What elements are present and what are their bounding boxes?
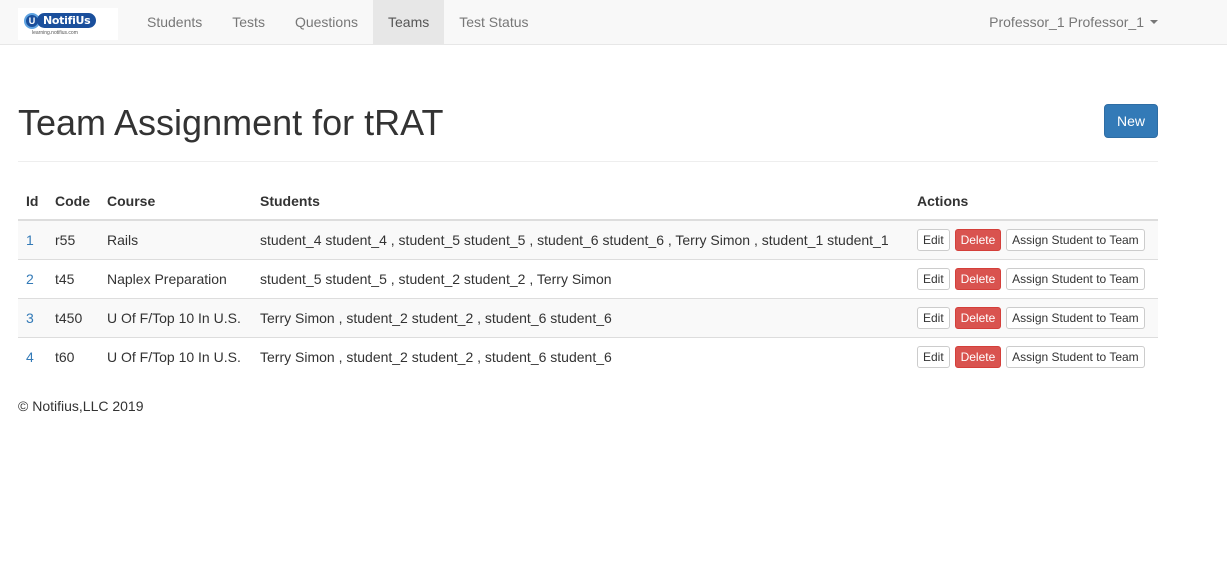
team-code: t45 [47,259,99,299]
row-actions: Edit Delete Assign Student to Team [909,219,1158,260]
logo-wordmark: NotifiUs [37,13,97,28]
row-actions: Edit Delete Assign Student to Team [909,259,1158,299]
assign-student-button[interactable]: Assign Student to Team [1006,268,1145,290]
brand-logo[interactable]: U NotifiUs learning.notifius.com [18,8,118,40]
header-code: Code [47,182,99,221]
footer-copyright: © Notifius,LLC 2019 [18,398,144,414]
edit-button[interactable]: Edit [917,346,950,369]
team-course: U Of F/Top 10 In U.S. [99,337,252,377]
nav-students[interactable]: Students [132,0,217,44]
table-header-row: Id Code Course Students Actions [18,182,1158,221]
team-course: Rails [99,219,252,260]
table-row: 4 t60 U Of F/Top 10 In U.S. Terry Simon … [18,337,1158,377]
logo-mark: U NotifiUs [24,12,97,29]
team-id-link[interactable]: 2 [26,271,34,287]
delete-button[interactable]: Delete [954,268,1002,290]
user-name: Professor_1 Professor_1 [989,14,1144,30]
delete-button[interactable]: Delete [954,229,1002,251]
team-students: student_5 student_5 , student_2 student_… [252,259,909,299]
nav-test-status[interactable]: Test Status [444,0,543,44]
page-header: Team Assignment for tRAT New [18,45,1158,162]
header-id: Id [18,182,47,221]
header-students: Students [252,182,909,221]
caret-down-icon [1150,20,1158,24]
team-course: U Of F/Top 10 In U.S. [99,298,252,338]
team-code: r55 [47,219,99,260]
header-actions: Actions [909,182,1158,221]
nav-questions[interactable]: Questions [280,0,373,44]
team-id-link[interactable]: 1 [26,232,34,248]
team-students: student_4 student_4 , student_5 student_… [252,219,909,260]
table-row: 2 t45 Naplex Preparation student_5 stude… [18,259,1158,299]
team-course: Naplex Preparation [99,259,252,299]
team-students: Terry Simon , student_2 student_2 , stud… [252,337,909,377]
new-team-button[interactable]: New [1103,104,1158,138]
teams-table: Id Code Course Students Actions 1 r55 Ra… [18,182,1158,377]
delete-button[interactable]: Delete [954,346,1002,369]
assign-student-button[interactable]: Assign Student to Team [1006,229,1145,251]
assign-student-button[interactable]: Assign Student to Team [1006,346,1145,369]
edit-button[interactable]: Edit [917,229,950,251]
header-course: Course [99,182,252,221]
delete-button[interactable]: Delete [954,307,1002,329]
team-id-link[interactable]: 4 [26,349,34,365]
nav-tests[interactable]: Tests [217,0,280,44]
team-id-link[interactable]: 3 [26,310,34,326]
row-actions: Edit Delete Assign Student to Team [909,337,1158,377]
nav-teams[interactable]: Teams [373,0,445,44]
team-code: t450 [47,298,99,338]
top-navbar: U NotifiUs learning.notifius.com Student… [0,0,1227,45]
main-nav: Students Tests Questions Teams Test Stat… [132,0,544,44]
team-students: Terry Simon , student_2 student_2 , stud… [252,298,909,338]
row-actions: Edit Delete Assign Student to Team [909,298,1158,338]
table-row: 3 t450 U Of F/Top 10 In U.S. Terry Simon… [18,298,1158,338]
main-content: Team Assignment for tRAT New Id Code Cou… [18,45,1158,377]
logo-tagline: learning.notifius.com [32,29,78,36]
user-menu-dropdown[interactable]: Professor_1 Professor_1 [989,0,1158,44]
page-title: Team Assignment for tRAT [18,102,444,143]
edit-button[interactable]: Edit [917,307,950,329]
assign-student-button[interactable]: Assign Student to Team [1006,307,1145,329]
table-row: 1 r55 Rails student_4 student_4 , studen… [18,219,1158,260]
edit-button[interactable]: Edit [917,268,950,290]
team-code: t60 [47,337,99,377]
